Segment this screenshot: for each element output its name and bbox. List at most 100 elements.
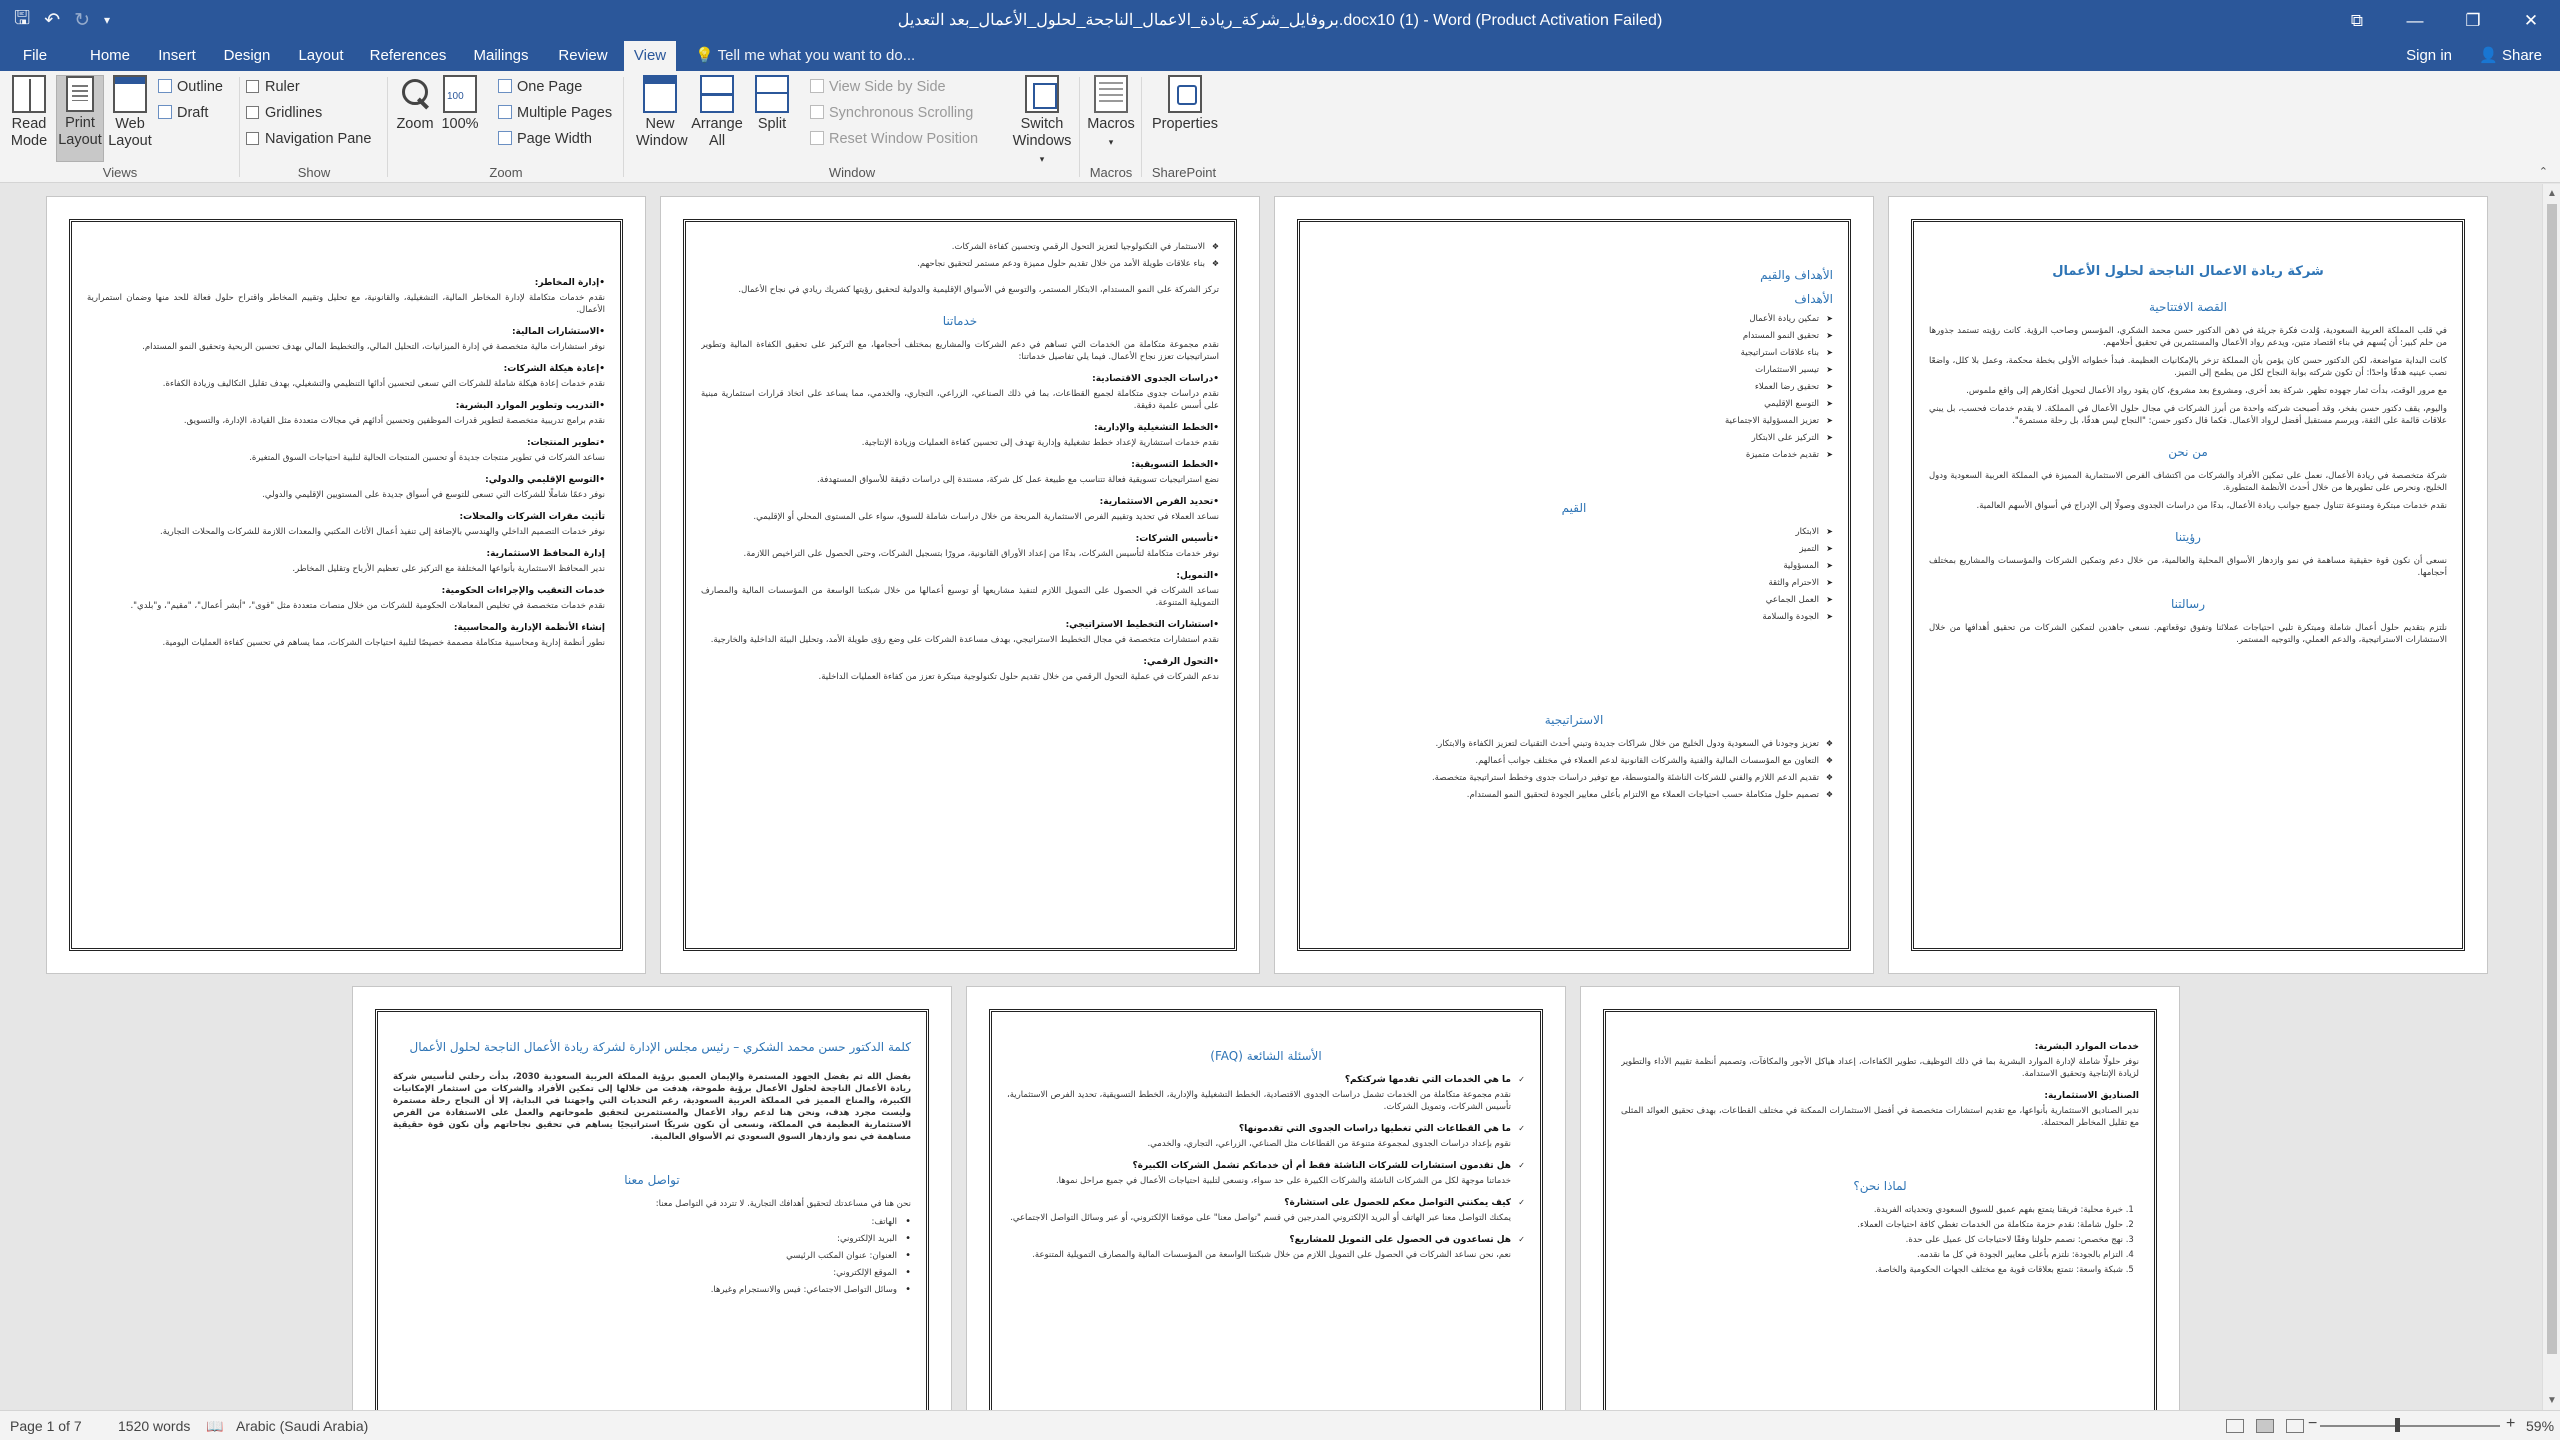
page-4[interactable]: •إدارة المخاطر: نقدم خدمات متكاملة لإدارة… bbox=[46, 196, 646, 974]
proofing-icon[interactable]: 📖 bbox=[206, 1418, 223, 1435]
paragraph: نسعى أن نكون قوة حقيقية مساهمة في نمو وا… bbox=[1929, 556, 2447, 578]
read-mode-button[interactable]: Read Mode bbox=[4, 75, 54, 150]
read-mode-view-icon[interactable] bbox=[2226, 1419, 2244, 1433]
service-description: نطور أنظمة إدارية ومحاسبية متكاملة مصممة… bbox=[162, 638, 605, 648]
zoom-out-button[interactable]: − bbox=[2308, 1415, 2317, 1433]
zoom-button[interactable]: Zoom bbox=[392, 75, 438, 133]
split-button[interactable]: Split bbox=[750, 75, 794, 133]
outline-button[interactable]: Outline bbox=[158, 75, 223, 99]
service-title: •التوسع الإقليمي والدولي: bbox=[485, 475, 605, 485]
zoom-slider-knob[interactable] bbox=[2395, 1418, 2400, 1432]
word-count[interactable]: 1520 words bbox=[118, 1418, 190, 1434]
ruler-label: Ruler bbox=[265, 79, 300, 95]
contact-item: العنوان: عنوان المكتب الرئيسي bbox=[393, 1250, 911, 1262]
page-3[interactable]: الاستثمار في التكنولوجيا لتعزيز التحول ا… bbox=[660, 196, 1260, 974]
navigation-pane-check-box[interactable] bbox=[246, 132, 259, 145]
paragraph: نلتزم بتقديم حلول أعمال شاملة ومبتكرة تل… bbox=[1929, 623, 2447, 645]
service-description: نقدم دراسات جدوى متكاملة لجميع القطاعات،… bbox=[701, 389, 1219, 411]
zoom-100-label: 100% bbox=[441, 116, 479, 132]
service-title: إدارة المحافظ الاستثمارية: bbox=[486, 549, 605, 559]
tab-insert[interactable]: Insert bbox=[148, 41, 206, 71]
gridlines-check-box[interactable] bbox=[246, 106, 259, 119]
section-heading: القيم bbox=[1561, 501, 1587, 515]
new-window-button[interactable]: New Window bbox=[636, 75, 688, 150]
zoom-label: Zoom bbox=[396, 116, 434, 132]
page-1[interactable]: شركة ريادة الاعمال الناجحة لحلول الأعمال… bbox=[1888, 196, 2488, 974]
paragraph: تركز الشركة على النمو المستدام، الابتكار… bbox=[738, 285, 1219, 295]
web-layout-button[interactable]: Web Layout bbox=[106, 75, 154, 150]
scroll-down-icon[interactable]: ▼ bbox=[2547, 1395, 2557, 1406]
switch-windows-button[interactable]: Switch Windows ▾ bbox=[1010, 75, 1074, 168]
ruler-checkbox[interactable]: Ruler bbox=[246, 75, 300, 99]
vertical-scrollbar[interactable]: ▲ ▼ bbox=[2542, 184, 2560, 1410]
zoom-100-button[interactable]: 100% bbox=[440, 75, 480, 133]
print-layout-button[interactable]: Print Layout bbox=[56, 75, 104, 162]
zoom-level[interactable]: 59% bbox=[2526, 1418, 2554, 1434]
goal-item: التوسع الإقليمي bbox=[1315, 398, 1833, 410]
page-content: شركة ريادة الاعمال الناجحة لحلول الأعمال… bbox=[1929, 241, 2447, 933]
page-count[interactable]: Page 1 of 7 bbox=[10, 1418, 82, 1434]
page-6[interactable]: الأسئلة الشائعة (FAQ) ما هي الخدمات التي … bbox=[966, 986, 1566, 1410]
document-area[interactable]: •إدارة المخاطر: نقدم خدمات متكاملة لإدارة… bbox=[0, 184, 2542, 1410]
gridlines-checkbox[interactable]: Gridlines bbox=[246, 101, 322, 125]
synchronous-scrolling-button[interactable]: Synchronous Scrolling bbox=[810, 101, 973, 125]
switch-windows-label: Switch Windows bbox=[1012, 116, 1072, 149]
tab-review[interactable]: Review bbox=[550, 41, 616, 71]
close-icon[interactable]: ✕ bbox=[2502, 0, 2560, 41]
draft-button[interactable]: Draft bbox=[158, 101, 208, 125]
zoom-slider[interactable] bbox=[2320, 1425, 2500, 1427]
tab-view[interactable]: View bbox=[624, 41, 676, 71]
page-2[interactable]: الأهداف والقيم الأهداف تمكين ريادة الأعمال… bbox=[1274, 196, 1874, 974]
one-page-button[interactable]: One Page bbox=[498, 75, 582, 99]
multiple-pages-button[interactable]: Multiple Pages bbox=[498, 101, 612, 125]
print-layout-view-icon[interactable] bbox=[2256, 1419, 2274, 1433]
tell-me-text: Tell me what you want to do... bbox=[717, 47, 916, 64]
arrange-all-button[interactable]: Arrange All bbox=[690, 75, 744, 150]
section-heading: كلمة الدكتور حسن محمد الشكري – رئيس مجلس… bbox=[409, 1040, 911, 1054]
web-layout-icon bbox=[113, 75, 147, 113]
tab-file[interactable]: File bbox=[8, 41, 62, 71]
ruler-check-box[interactable] bbox=[246, 80, 259, 93]
paragraph: واليوم، يقف دكتور حسن بفخر، وقد أصبحت شر… bbox=[1929, 404, 2447, 426]
faq-answer: نقدم مجموعة متكاملة من الخدمات تشمل دراس… bbox=[1007, 1090, 1511, 1112]
page-7[interactable]: كلمة الدكتور حسن محمد الشكري – رئيس مجلس… bbox=[352, 986, 952, 1410]
draft-icon bbox=[158, 105, 172, 119]
ribbon: Read Mode Print Layout Web Layout Outlin… bbox=[0, 71, 2560, 183]
view-side-by-side-button[interactable]: View Side by Side bbox=[810, 75, 946, 99]
multiple-pages-icon bbox=[498, 105, 512, 119]
tell-me-box[interactable]: 💡 Tell me what you want to do... bbox=[695, 41, 915, 71]
group-zoom: Zoom 100% One Page Multiple Pages Page W… bbox=[388, 71, 624, 183]
zoom-in-button[interactable]: + bbox=[2506, 1415, 2515, 1433]
service-title: إنشاء الأنظمة الإدارية والمحاسبية: bbox=[453, 623, 605, 633]
macros-button[interactable]: Macros ▾ bbox=[1086, 75, 1136, 151]
sign-in-link[interactable]: Sign in bbox=[2406, 41, 2452, 71]
restore-icon[interactable]: ❐ bbox=[2444, 0, 2502, 41]
tab-layout[interactable]: Layout bbox=[288, 41, 354, 71]
goal-item-list: تمكين ريادة الأعمال تحقيق النمو المستدام ب… bbox=[1315, 313, 1833, 461]
properties-button[interactable]: Properties bbox=[1148, 75, 1222, 133]
bullet-item-list: الاستثمار في التكنولوجيا لتعزيز التحول ا… bbox=[701, 241, 1219, 270]
paragraph: في قلب المملكة العربية السعودية، وُلدت ف… bbox=[1929, 326, 2447, 348]
page-width-button[interactable]: Page Width bbox=[498, 127, 592, 151]
tab-mailings[interactable]: Mailings bbox=[462, 41, 540, 71]
web-layout-view-icon[interactable] bbox=[2286, 1419, 2304, 1433]
collapse-ribbon-icon[interactable]: ⌃ bbox=[2539, 165, 2548, 178]
value-item: المسؤولية bbox=[1315, 560, 1833, 572]
page-5[interactable]: خدمات الموارد البشرية: نوفر حلولًا شاملة … bbox=[1580, 986, 2180, 1410]
tab-design[interactable]: Design bbox=[216, 41, 278, 71]
scroll-up-icon[interactable]: ▲ bbox=[2547, 188, 2557, 199]
share-button[interactable]: 👤 Share bbox=[2479, 41, 2542, 71]
minimize-icon[interactable]: — bbox=[2386, 0, 2444, 41]
service-description: نقدم خدمات استشارية لإعداد خطط تشغيلية و… bbox=[861, 438, 1219, 448]
tab-references[interactable]: References bbox=[364, 41, 452, 71]
reset-window-position-button[interactable]: Reset Window Position bbox=[810, 127, 978, 151]
goal-item: تحقيق رضا العملاء bbox=[1315, 381, 1833, 393]
navigation-pane-checkbox[interactable]: Navigation Pane bbox=[246, 127, 371, 151]
draft-label: Draft bbox=[177, 105, 209, 121]
language-indicator[interactable]: Arabic (Saudi Arabia) bbox=[236, 1418, 368, 1434]
scroll-thumb[interactable] bbox=[2547, 204, 2557, 1354]
tab-home[interactable]: Home bbox=[82, 41, 138, 71]
service-title: •تأسيس الشركات: bbox=[1135, 534, 1219, 544]
service-title: •إدارة المخاطر: bbox=[534, 278, 605, 288]
ribbon-display-options-icon[interactable]: ⧉ bbox=[2328, 0, 2386, 41]
